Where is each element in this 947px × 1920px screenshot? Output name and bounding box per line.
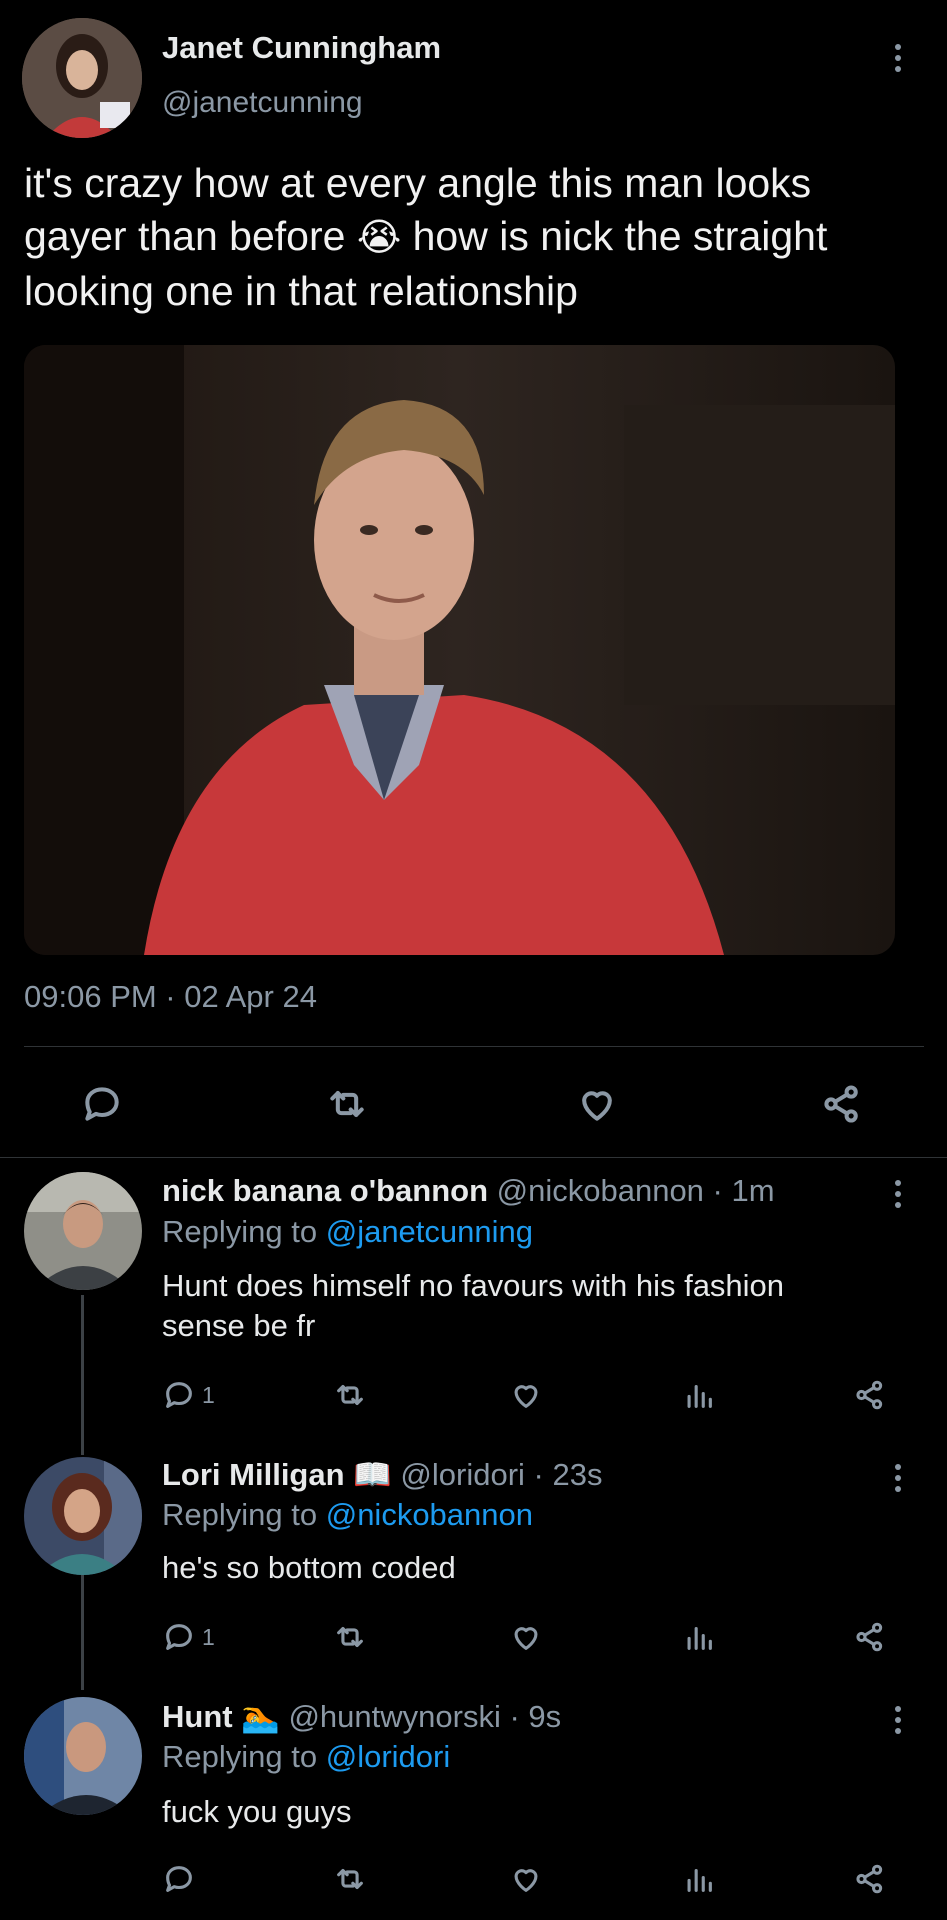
thread-line: [81, 1575, 84, 1690]
reply-icon: [166, 1624, 192, 1650]
tweet-text: it's crazy how at every angle this man l…: [24, 157, 934, 318]
share-icon: [856, 1864, 883, 1894]
avatar[interactable]: [24, 1172, 142, 1290]
share-button[interactable]: [853, 1862, 887, 1896]
replying-to: Replying to @loridori: [162, 1739, 450, 1775]
reply-text: Hunt does himself no favours with his fa…: [162, 1266, 784, 1346]
avatar-image: [24, 1457, 142, 1575]
share-button[interactable]: [820, 1082, 864, 1126]
avatar[interactable]: [24, 1697, 142, 1815]
tweet-text-fragment: how is nick the straight: [412, 213, 828, 259]
swimmer-emoji: 🏊: [241, 1699, 280, 1734]
tweet-text-line: gayer than before 😭 how is nick the stra…: [24, 210, 934, 265]
reply-text-line: Hunt does himself no favours with his fa…: [162, 1268, 785, 1303]
like-icon: [514, 1869, 538, 1892]
more-icon[interactable]: [891, 1706, 905, 1734]
like-icon: [582, 1091, 612, 1121]
divider: [0, 1157, 947, 1158]
share-icon: [856, 1622, 883, 1652]
avatar[interactable]: [22, 18, 142, 138]
author-handle[interactable]: @janetcunning: [162, 86, 363, 120]
author-name[interactable]: nick banana o'bannon: [162, 1173, 488, 1208]
crying-emoji: 😭: [356, 217, 402, 259]
replying-to: Replying to @nickobannon: [162, 1497, 533, 1533]
divider: [24, 1046, 924, 1047]
tweet-timestamp: 09:06 PM · 02 Apr 24: [24, 979, 317, 1014]
tweet-text-line: it's crazy how at every angle this man l…: [24, 160, 812, 206]
like-icon: [514, 1385, 538, 1408]
share-icon: [824, 1085, 858, 1123]
more-icon[interactable]: [891, 1180, 905, 1208]
analytics-button[interactable]: [682, 1378, 716, 1412]
avatar-image: [22, 18, 142, 138]
mention-link[interactable]: @loridori: [326, 1739, 451, 1774]
retweet-button[interactable]: [333, 1862, 367, 1896]
reply-text-line: sense be fr: [162, 1308, 316, 1343]
tweet-image[interactable]: [24, 345, 895, 955]
more-icon[interactable]: [891, 44, 905, 72]
tweet-text-line: looking one in that relationship: [24, 268, 578, 314]
avatar-image: [24, 1697, 142, 1815]
author-name[interactable]: Lori Milligan: [162, 1457, 345, 1492]
like-button[interactable]: [509, 1862, 543, 1896]
share-button[interactable]: [853, 1378, 887, 1412]
reply-text: fuck you guys: [162, 1794, 352, 1830]
replying-prefix: Replying to: [162, 1214, 318, 1249]
photo-illustration: [24, 345, 895, 955]
reply-header: Hunt 🏊 @huntwynorski · 9s: [162, 1698, 561, 1735]
reply-text-line: he's so bottom coded: [162, 1550, 456, 1585]
avatar[interactable]: [24, 1457, 142, 1575]
author-name[interactable]: Hunt: [162, 1699, 233, 1734]
analytics-icon: [687, 1384, 712, 1408]
author-handle-time[interactable]: @loridori · 23s: [400, 1457, 602, 1492]
analytics-button[interactable]: [682, 1620, 716, 1654]
reply-icon: [166, 1866, 192, 1892]
analytics-button[interactable]: [682, 1862, 716, 1896]
retweet-button[interactable]: [325, 1082, 369, 1126]
reply-text-line: fuck you guys: [162, 1794, 352, 1829]
reply-text: he's so bottom coded: [162, 1550, 456, 1586]
analytics-icon: [687, 1626, 712, 1650]
reply-button[interactable]: 1: [162, 1620, 215, 1654]
book-emoji: 📖: [353, 1457, 392, 1492]
share-icon: [856, 1380, 883, 1410]
retweet-button[interactable]: [333, 1620, 367, 1654]
replying-to: Replying to @janetcunning: [162, 1214, 533, 1250]
analytics-icon: [687, 1868, 712, 1892]
share-button[interactable]: [853, 1620, 887, 1654]
retweet-icon: [330, 1090, 364, 1118]
more-icon[interactable]: [891, 1464, 905, 1492]
reply-button[interactable]: 1: [162, 1378, 215, 1412]
retweet-icon: [337, 1384, 363, 1406]
retweet-icon: [337, 1626, 363, 1648]
reply-count: 1: [202, 1381, 215, 1408]
mention-link[interactable]: @janetcunning: [326, 1214, 533, 1249]
retweet-icon: [337, 1868, 363, 1890]
replying-prefix: Replying to: [162, 1497, 318, 1532]
replying-prefix: Replying to: [162, 1739, 318, 1774]
like-button[interactable]: [575, 1082, 619, 1126]
like-icon: [514, 1627, 538, 1650]
avatar-image: [24, 1172, 142, 1290]
author-handle-time[interactable]: @nickobannon · 1m: [497, 1173, 775, 1208]
reply-count: 1: [202, 1623, 215, 1650]
reply-header: nick banana o'bannon @nickobannon · 1m: [162, 1173, 775, 1209]
reply-button[interactable]: [80, 1082, 124, 1126]
reply-header: Lori Milligan 📖 @loridori · 23s: [162, 1456, 602, 1493]
like-button[interactable]: [509, 1378, 543, 1412]
reply-icon: [85, 1087, 119, 1121]
author-handle-time[interactable]: @huntwynorski · 9s: [288, 1699, 561, 1734]
reply-icon: [166, 1382, 192, 1408]
author-name[interactable]: Janet Cunningham: [162, 30, 441, 66]
thread-line: [81, 1295, 84, 1455]
like-button[interactable]: [509, 1620, 543, 1654]
retweet-button[interactable]: [333, 1378, 367, 1412]
mention-link[interactable]: @nickobannon: [326, 1497, 533, 1532]
tweet-text-fragment: gayer than before: [24, 213, 346, 259]
reply-button[interactable]: [162, 1862, 196, 1896]
